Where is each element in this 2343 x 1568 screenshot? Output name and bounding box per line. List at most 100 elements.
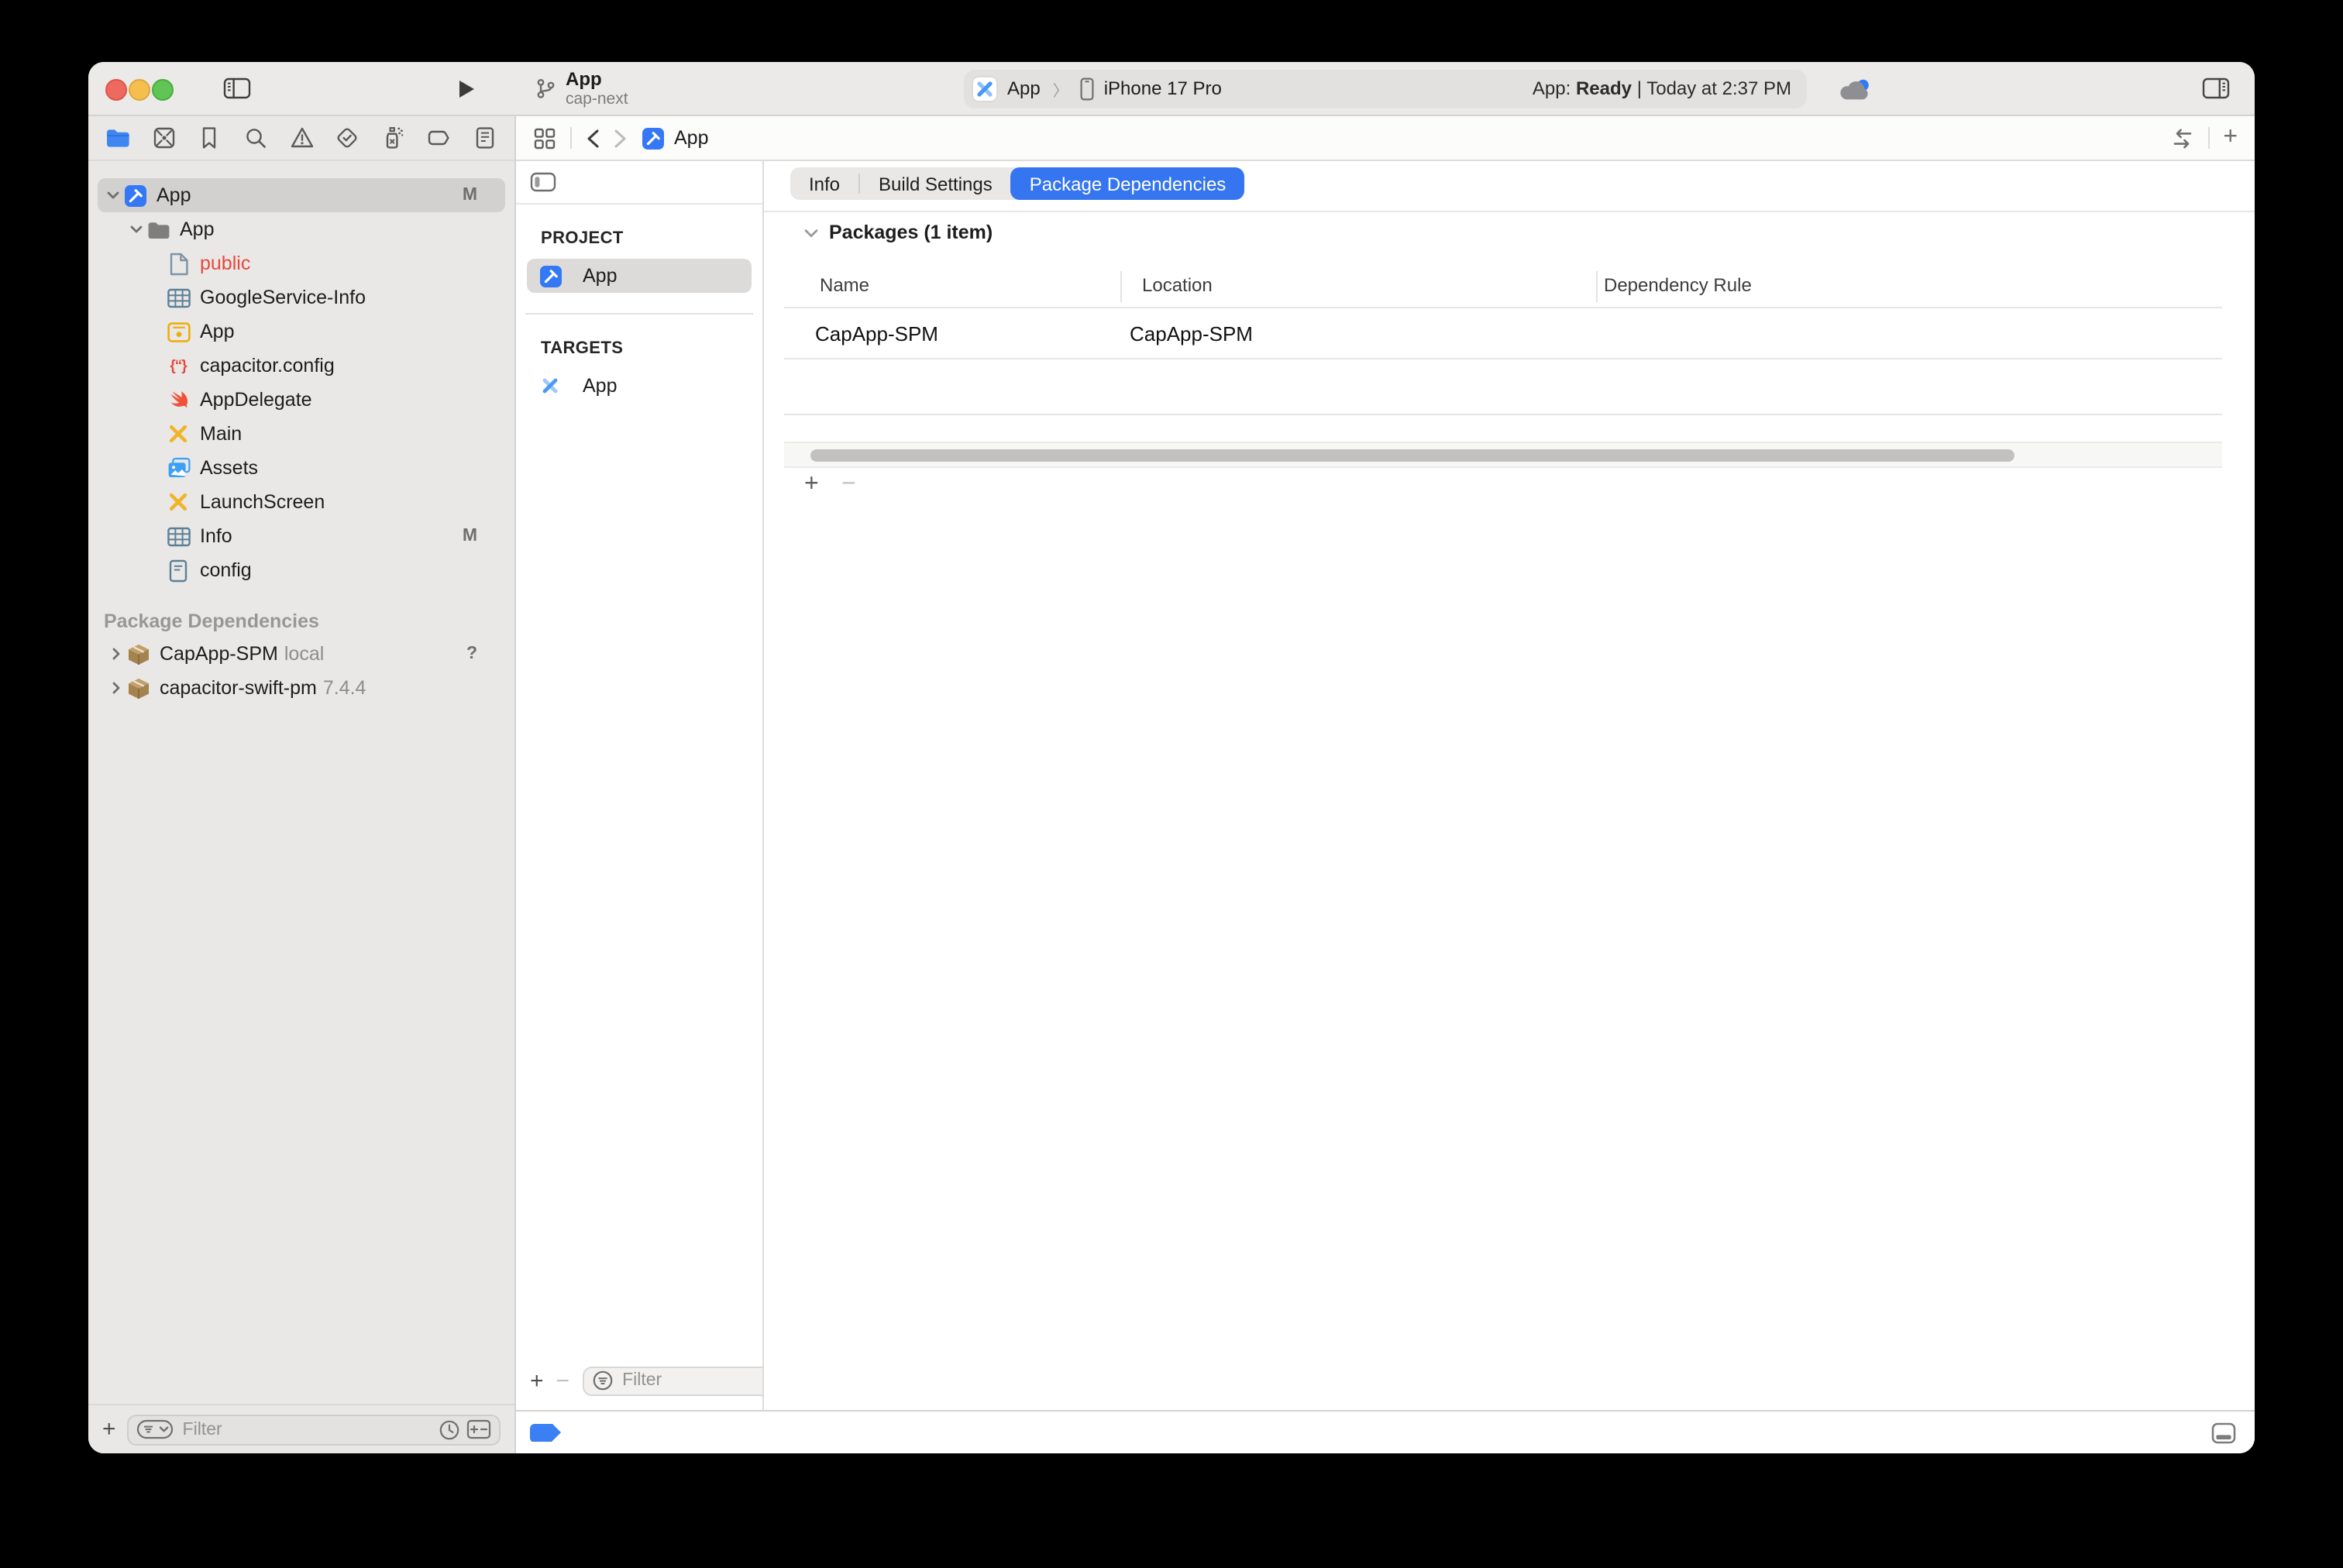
package-icon xyxy=(126,676,150,700)
branch-icon xyxy=(535,77,556,99)
filter-icon[interactable] xyxy=(591,1370,613,1391)
recent-files-icon[interactable] xyxy=(439,1418,460,1440)
packages-section-title: Packages (1 item) xyxy=(829,222,993,243)
forward-button[interactable] xyxy=(614,128,628,148)
scheme-status-capsule: App 〉 iPhone 17 Pro App: Ready | Today a… xyxy=(964,69,1807,108)
scrollbar-thumb[interactable] xyxy=(810,449,2014,462)
table-line xyxy=(784,307,2222,308)
file-row-app[interactable]: App xyxy=(98,315,505,349)
file-row-app[interactable]: App xyxy=(98,212,505,246)
navigator-tab-find[interactable] xyxy=(243,126,268,150)
json-icon: {“} xyxy=(166,353,191,378)
breakpoints-toggle-icon[interactable] xyxy=(530,1423,561,1442)
column-header-location[interactable]: Location xyxy=(1142,274,1213,296)
targets-section-header: TARGETS xyxy=(516,333,762,366)
breadcrumb[interactable]: App xyxy=(642,126,709,150)
tab-package-dependencies[interactable]: Package Dependencies xyxy=(1011,167,1245,200)
navigator-tab-reports[interactable] xyxy=(473,126,497,150)
chevron-right-icon[interactable] xyxy=(107,680,126,696)
file-row-app[interactable]: AppM xyxy=(98,178,505,212)
file-row-public[interactable]: public xyxy=(98,246,505,280)
add-target-button[interactable]: + xyxy=(530,1369,544,1392)
column-header-rule[interactable]: Dependency Rule xyxy=(1604,274,1752,296)
project-row-label: App xyxy=(583,265,618,287)
column-separator[interactable] xyxy=(1596,271,1598,302)
editor-area: Info Build Settings Package Dependencies… xyxy=(764,161,2255,1410)
tab-info[interactable]: Info xyxy=(790,167,858,200)
jumpbar-separator2 xyxy=(2207,127,2209,149)
zoom-button[interactable] xyxy=(152,79,174,101)
chevron-right-icon[interactable] xyxy=(107,646,126,662)
status-time: Today at 2:37 PM xyxy=(1646,77,1791,99)
show-debug-area-icon[interactable] xyxy=(2211,1422,2236,1443)
add-file-button[interactable]: + xyxy=(102,1418,116,1441)
column-header-name[interactable]: Name xyxy=(820,274,869,296)
filter-icon[interactable] xyxy=(136,1418,174,1441)
file-label: CapApp-SPM xyxy=(160,643,278,665)
navigator-tab-bookmarks[interactable] xyxy=(198,126,222,150)
run-button[interactable] xyxy=(457,62,476,115)
iphone-icon xyxy=(1081,77,1095,100)
panel-filter-bar: + − xyxy=(516,1357,762,1410)
file-row-appdelegate[interactable]: AppDelegate xyxy=(98,383,505,417)
file-label: AppDelegate xyxy=(200,389,312,411)
code-review-icon[interactable] xyxy=(2170,126,2193,150)
navigator-tab-issues[interactable] xyxy=(289,126,314,150)
file-row-config[interactable]: config xyxy=(98,553,505,587)
project-section-header: PROJECT xyxy=(516,223,762,256)
navigator-tab-tests[interactable] xyxy=(335,126,360,150)
file-label: App xyxy=(157,184,191,206)
scheme-name[interactable]: App xyxy=(1007,77,1041,99)
chevron-down-icon[interactable] xyxy=(104,187,122,203)
navigator-filter-input[interactable] xyxy=(180,1418,432,1440)
target-row-app[interactable]: App xyxy=(527,369,752,403)
panel-divider xyxy=(525,313,753,315)
file-label: GoogleService-Info xyxy=(200,287,366,308)
navigator-tab-source-control[interactable] xyxy=(151,126,176,150)
screen: App cap-next App 〉 iPhone 17 Pro App: Re… xyxy=(0,0,2343,1568)
config-icon xyxy=(166,558,191,583)
file-row-launchscreen[interactable]: LaunchScreen xyxy=(98,485,505,519)
collapse-panel-icon[interactable] xyxy=(530,172,556,192)
storyboard-icon xyxy=(166,421,191,446)
remove-package-button[interactable]: − xyxy=(841,471,856,499)
horizontal-scrollbar[interactable] xyxy=(784,442,2222,468)
navigator-tab-debug[interactable] xyxy=(381,126,406,150)
package-location-cell[interactable]: CapApp-SPM xyxy=(1130,322,1253,346)
tab-build-settings[interactable]: Build Settings xyxy=(860,167,1011,200)
toggle-inspector-icon[interactable] xyxy=(2202,62,2230,115)
toggle-navigator-icon[interactable] xyxy=(223,62,251,115)
minimize-button[interactable] xyxy=(129,79,150,101)
file-row-capapp-spm[interactable]: CapApp-SPMlocal? xyxy=(98,637,505,671)
window-title: App cap-next xyxy=(535,62,628,115)
run-destination[interactable]: iPhone 17 Pro xyxy=(1104,77,1222,99)
project-row-app[interactable]: App xyxy=(527,259,752,293)
add-package-button[interactable]: + xyxy=(804,471,819,499)
navigator-filter-field[interactable] xyxy=(127,1414,501,1445)
file-row-main[interactable]: Main xyxy=(98,417,505,451)
file-row-capacitor-config[interactable]: {“} capacitor.config xyxy=(98,349,505,383)
navigator-tab-project[interactable] xyxy=(105,126,130,150)
column-separator[interactable] xyxy=(1120,271,1122,302)
related-items-icon[interactable] xyxy=(533,126,556,150)
cloud-sync-icon[interactable] xyxy=(1838,62,1872,115)
doc-icon xyxy=(166,251,191,276)
navigator-tab-breakpoints[interactable] xyxy=(427,126,452,150)
source-control-status-icon[interactable] xyxy=(466,1419,491,1439)
file-label: Assets xyxy=(200,457,258,479)
xcodeproj-icon xyxy=(642,126,665,150)
file-label: capacitor.config xyxy=(200,355,335,377)
file-row-capacitor-swift-pm[interactable]: capacitor-swift-pm7.4.4 xyxy=(98,671,505,705)
back-button[interactable] xyxy=(586,128,600,148)
branch-name: cap-next xyxy=(566,89,628,108)
remove-target-button[interactable]: − xyxy=(556,1369,570,1392)
panel-header xyxy=(516,161,762,205)
add-editor-button[interactable]: + xyxy=(2223,126,2238,150)
chevron-down-icon[interactable] xyxy=(127,222,146,237)
file-row-assets[interactable]: Assets xyxy=(98,451,505,485)
file-row-info[interactable]: InfoM xyxy=(98,519,505,553)
package-name-cell[interactable]: CapApp-SPM xyxy=(815,322,938,346)
file-row-googleservice-info[interactable]: GoogleService-Info xyxy=(98,280,505,315)
chevron-down-icon[interactable] xyxy=(803,224,820,241)
close-button[interactable] xyxy=(105,79,127,101)
